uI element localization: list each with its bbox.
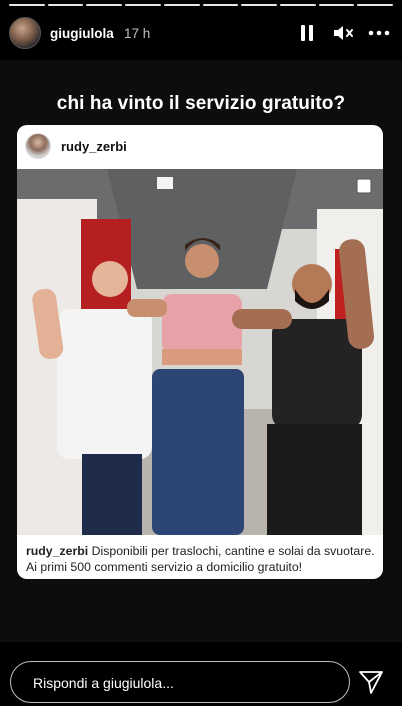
progress-segment	[241, 4, 277, 6]
more-icon[interactable]	[368, 22, 390, 44]
progress-segment	[86, 4, 123, 6]
post-photo	[17, 169, 383, 535]
mute-icon[interactable]	[332, 22, 354, 44]
story-header: giugiulola 17 h	[0, 14, 402, 54]
post-avatar	[25, 133, 51, 159]
progress-segment	[47, 4, 84, 6]
story-timestamp: 17 h	[124, 26, 151, 41]
progress-segment	[318, 4, 355, 6]
post-header: rudy_zerbi	[17, 125, 383, 169]
story-headline: chi ha vinto il servizio gratuito?	[56, 93, 346, 114]
progress-segment	[125, 4, 161, 6]
story-username[interactable]: giugiulola	[50, 26, 114, 41]
reply-placeholder: Rispondi a giugiulola...	[33, 675, 174, 691]
progress-segment	[357, 4, 394, 6]
reply-input[interactable]: Rispondi a giugiulola...	[10, 661, 350, 703]
progress-segment	[163, 4, 200, 6]
progress-segment	[202, 4, 239, 6]
post-caption: rudy_zerbi Disponibili per traslochi, ca…	[26, 543, 378, 575]
progress-segment	[9, 4, 45, 6]
story-progress-bar	[9, 4, 394, 7]
progress-segment	[279, 4, 316, 6]
story-footer: Rispondi a giugiulola...	[0, 656, 402, 706]
avatar[interactable]	[9, 17, 41, 49]
caption-username: rudy_zerbi	[26, 544, 89, 558]
send-icon[interactable]	[357, 668, 385, 696]
shared-post-card[interactable]: rudy_zerbi rudy_zerbi Disponibili per tr…	[17, 125, 383, 579]
pause-icon[interactable]	[296, 22, 318, 44]
post-username: rudy_zerbi	[61, 139, 127, 154]
